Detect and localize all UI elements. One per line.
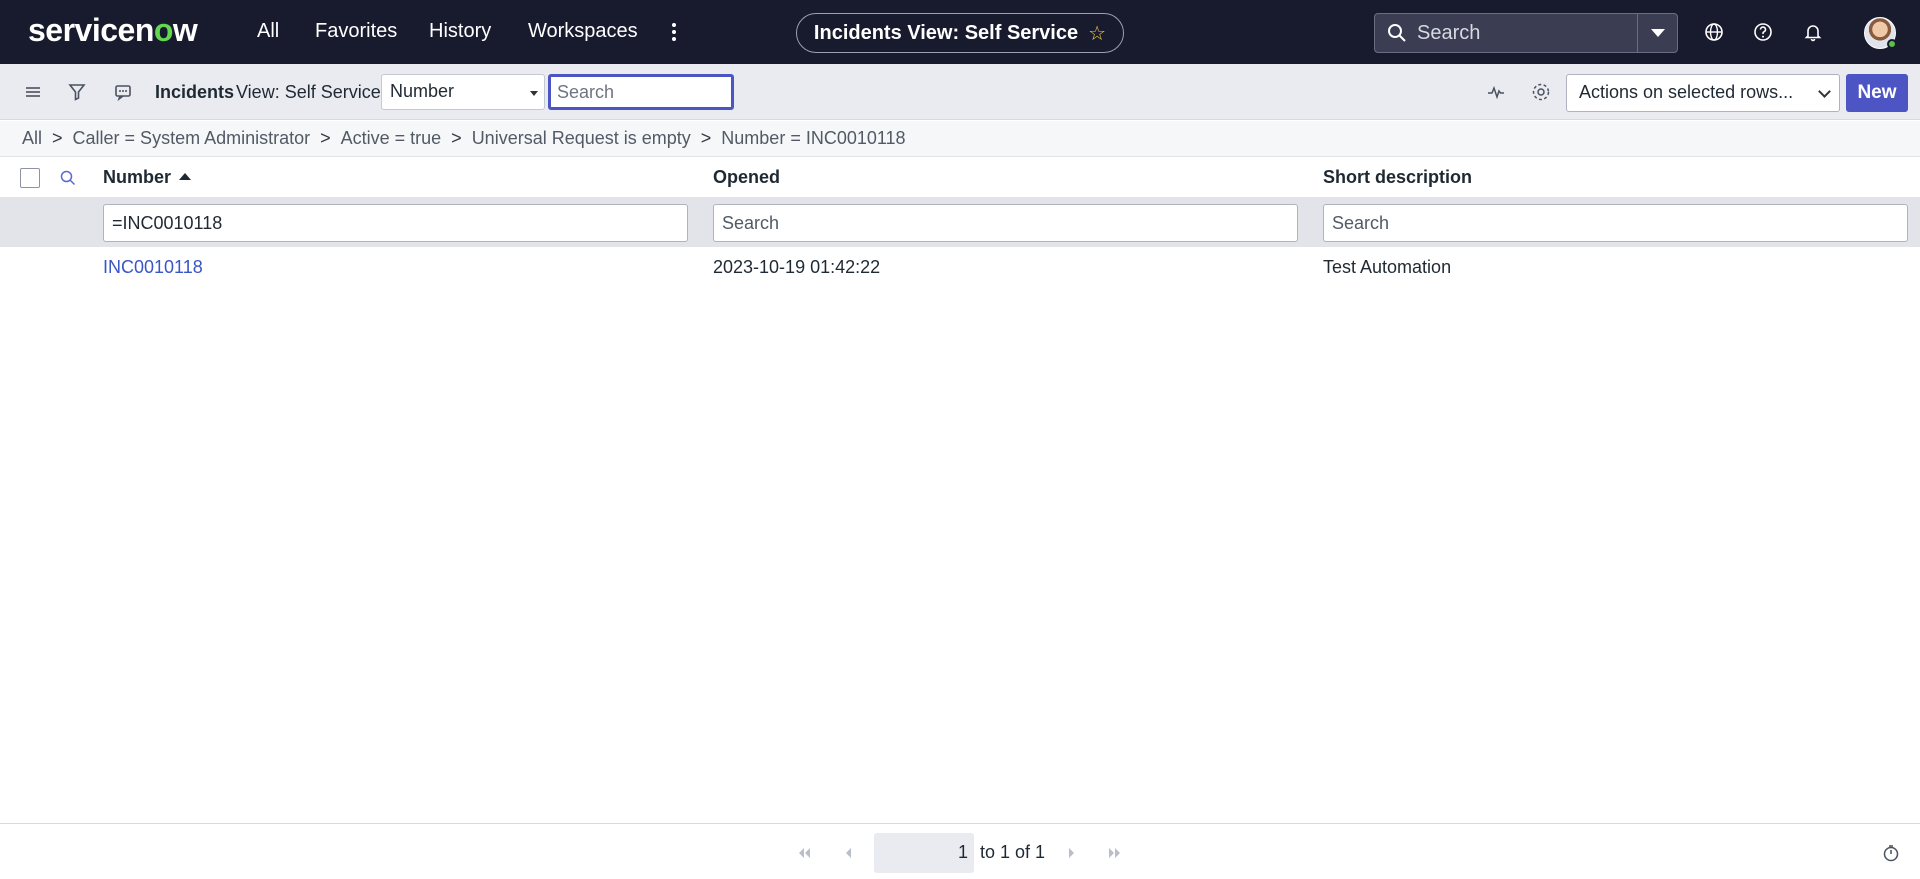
breadcrumb-item-number[interactable]: Number = INC0010118 (721, 128, 905, 149)
last-page-icon[interactable] (1104, 842, 1126, 864)
actions-select-label: Actions on selected rows... (1579, 82, 1794, 102)
list-search-input[interactable] (548, 74, 734, 110)
context-title: Incidents View: Self Service (813, 21, 1079, 44)
menu-workspaces[interactable]: Workspaces (528, 20, 638, 43)
search-field-value: Number (390, 81, 455, 101)
column-header-short-description[interactable]: Short description (1323, 167, 1472, 188)
column-filter-row (0, 197, 1920, 247)
caret-down-icon (1650, 29, 1665, 37)
pagination-footer: 1 to 1 of 1 (0, 823, 1920, 879)
filter-icon[interactable] (65, 80, 89, 104)
table-header: Number Opened Short description (0, 158, 1920, 196)
caret-down-icon (530, 91, 538, 96)
breadcrumb-separator: > (320, 128, 331, 148)
menu-history[interactable]: History (429, 20, 491, 43)
opened-cell: 2023-10-19 01:42:22 (713, 257, 881, 277)
breadcrumb-item-active[interactable]: Active = true (341, 128, 442, 149)
servicenow-logo[interactable]: servicenow (28, 12, 198, 49)
column-header-number[interactable]: Number (103, 167, 192, 188)
breadcrumb-separator: > (451, 128, 462, 148)
activity-stream-icon[interactable] (111, 80, 135, 104)
column-header-label: Number (103, 167, 172, 187)
hamburger-menu-icon[interactable] (21, 80, 45, 104)
sort-ascending-icon (179, 173, 192, 180)
breadcrumb-separator: > (700, 128, 712, 148)
incident-number-link[interactable]: INC0010118 (103, 257, 203, 278)
filter-breadcrumb: All > Caller = System Administrator > Ac… (0, 121, 1920, 157)
column-header-opened[interactable]: Opened (713, 167, 780, 188)
search-scope-dropdown[interactable] (1637, 14, 1677, 52)
breadcrumb-item-all[interactable]: All (22, 128, 42, 149)
opened-filter-input[interactable] (713, 204, 1298, 242)
globe-icon[interactable] (1702, 20, 1726, 44)
context-title-pill[interactable]: Incidents View: Self Service ☆ (796, 13, 1124, 53)
response-time-icon[interactable] (1484, 80, 1508, 104)
search-field-select[interactable]: Number (381, 74, 545, 110)
favorite-star-icon[interactable]: ☆ (1088, 21, 1106, 46)
user-avatar[interactable] (1864, 17, 1897, 49)
more-menu-icon[interactable] (664, 20, 684, 44)
global-search[interactable]: Search (1374, 13, 1678, 53)
table-row: INC0010118 2023-10-19 01:42:22 Test Auto… (0, 248, 1920, 286)
list-toolbar: Incidents View: Self Service Number Acti… (0, 64, 1920, 120)
help-icon[interactable] (1751, 20, 1775, 44)
notifications-bell-icon[interactable] (1801, 20, 1825, 44)
previous-page-icon[interactable] (838, 842, 860, 864)
actions-on-selected-rows-select[interactable]: Actions on selected rows... (1566, 74, 1840, 112)
column-search-icon[interactable] (59, 169, 77, 187)
search-icon (1388, 24, 1406, 42)
global-search-placeholder: Search (1417, 21, 1481, 44)
short-description-filter-input[interactable] (1323, 204, 1908, 242)
breadcrumb-item-universal-request[interactable]: Universal Request is empty (472, 128, 691, 149)
view-label[interactable]: View: Self Service (236, 82, 381, 103)
number-filter-input[interactable] (103, 204, 688, 242)
menu-all[interactable]: All (257, 20, 279, 43)
breadcrumb-separator: > (52, 128, 63, 148)
next-page-icon[interactable] (1060, 842, 1082, 864)
select-all-checkbox[interactable] (20, 168, 40, 188)
response-timer-icon[interactable] (1880, 842, 1902, 864)
new-button[interactable]: New (1846, 74, 1908, 112)
presence-indicator (1887, 39, 1897, 49)
top-navigation-bar: servicenow All Favorites History Workspa… (0, 0, 1920, 64)
page-range-text: to 1 of 1 (980, 842, 1046, 862)
menu-favorites[interactable]: Favorites (315, 20, 397, 43)
settings-gear-icon[interactable] (1529, 80, 1553, 104)
current-page-input[interactable]: 1 (874, 833, 974, 873)
chevron-down-icon (1818, 85, 1831, 98)
list-title[interactable]: Incidents (155, 82, 234, 103)
first-page-icon[interactable] (793, 842, 815, 864)
breadcrumb-item-caller[interactable]: Caller = System Administrator (73, 128, 311, 149)
short-description-cell: Test Automation (1323, 257, 1452, 277)
